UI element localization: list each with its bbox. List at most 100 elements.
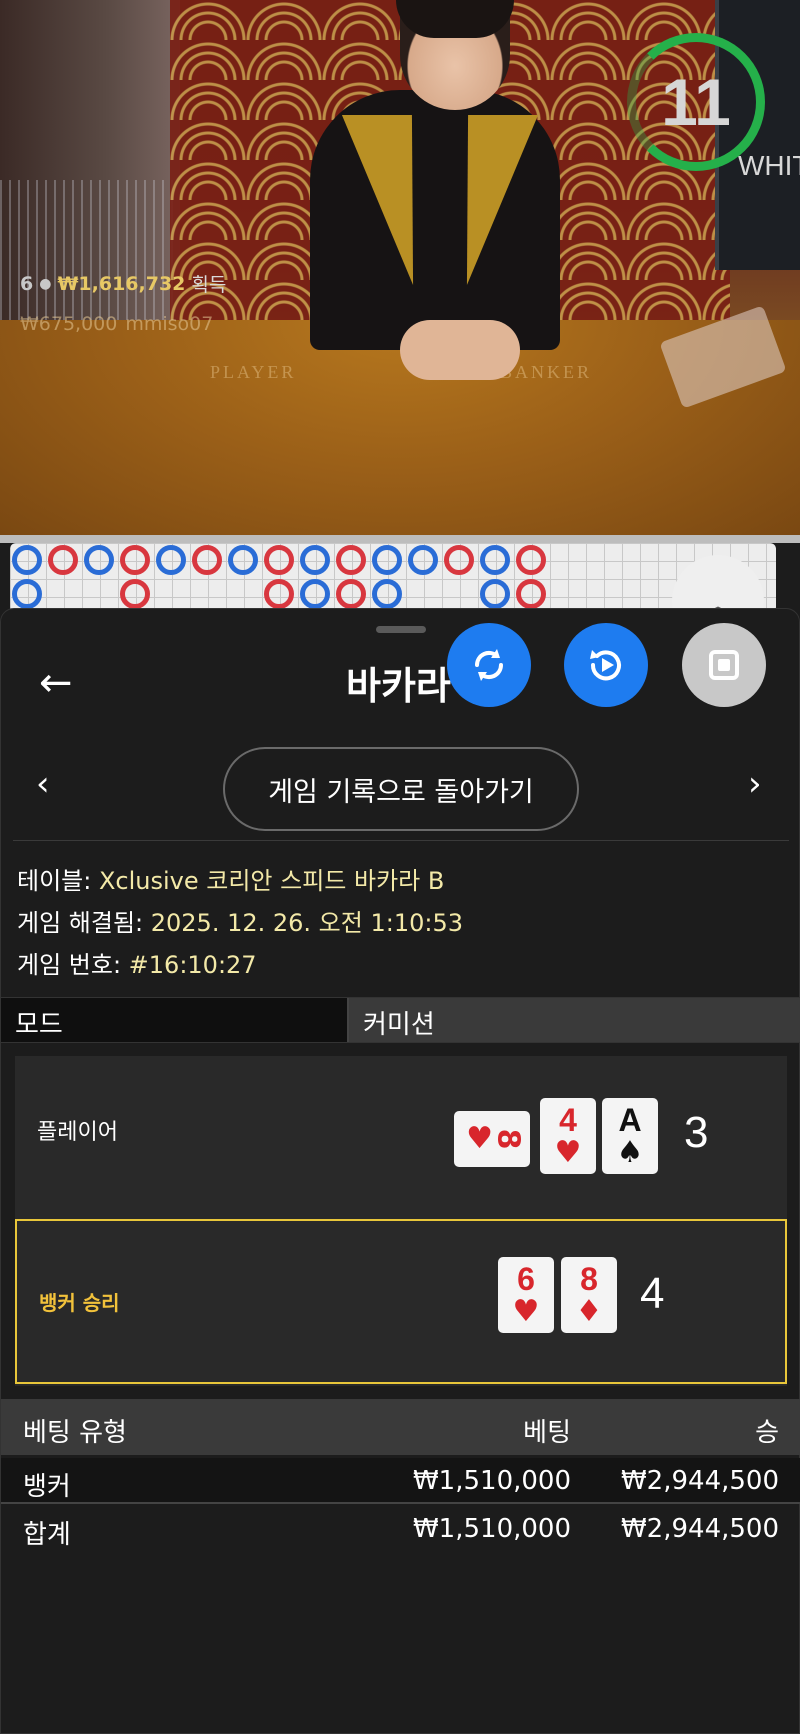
commission-label: 커미션: [349, 998, 800, 1042]
winner-count: 6: [20, 272, 34, 295]
next-game-button[interactable]: ›: [748, 764, 762, 804]
header-bet-type: 베팅 유형: [23, 1418, 127, 1448]
game-history-sheet: ← 바카라 ‹ 게임 기록으로 돌아가기 › 테이블: Xclusive 코리안…: [0, 608, 800, 1734]
card-suit: ♠: [616, 1135, 644, 1170]
page-title: 바카라: [346, 664, 451, 708]
banker-hand: 뱅커 승리 6 ♥ 8 ♦ 4: [15, 1219, 787, 1384]
banker-bead: [120, 579, 150, 609]
resolved-key: 게임 해결됨:: [17, 909, 151, 937]
game-number-info: 게임 번호: #16:10:27: [17, 945, 257, 980]
bet-type: 뱅커: [23, 1472, 71, 1502]
back-button[interactable]: ←: [39, 661, 83, 705]
replay-icon: [590, 650, 621, 681]
bets-table-header: 베팅 유형 베팅 승: [1, 1399, 800, 1455]
player-bead: [408, 545, 438, 575]
banker-bead: [516, 579, 546, 609]
table-value: Xclusive 코리안 스피드 바카라 B: [98, 867, 445, 895]
player-bead: [12, 545, 42, 575]
banker-bead: [48, 545, 78, 575]
player-card-2: 4 ♥: [540, 1098, 596, 1174]
banker-bead: [516, 545, 546, 575]
banker-label: 뱅커 승리: [39, 1291, 120, 1315]
banker-bead: [336, 545, 366, 575]
mode-header: 모드 커미션: [1, 997, 800, 1043]
card-suit: ♥: [554, 1135, 582, 1170]
resolved-value: 2025. 12. 26. 오전 1:10:53: [150, 909, 463, 937]
rotate-sync-icon: [474, 649, 504, 681]
player-bead: [84, 545, 114, 575]
banker-bead: [264, 545, 294, 575]
banker-total: 4: [640, 1269, 665, 1318]
player-bead: [480, 545, 510, 575]
monitor-text: WHITE: [738, 150, 800, 181]
round-result: 플레이어 ♥ 8 4 ♥ A ♠ 3 뱅커 승리 6 ♥ 8 ♦ 4: [15, 1056, 787, 1386]
sheet-drag-handle[interactable]: [376, 626, 426, 633]
player-total: 3: [684, 1108, 709, 1157]
bet-type: 합계: [23, 1520, 71, 1550]
banker-bead: [264, 579, 294, 609]
winners-summary: 6 ● ₩1,616,732 획득: [20, 270, 226, 297]
player-bead: [480, 579, 510, 609]
player-bead: [372, 545, 402, 575]
player-hand: 플레이어 ♥ 8 4 ♥ A ♠ 3: [15, 1056, 787, 1216]
banker-bead: [120, 545, 150, 575]
divider: [13, 840, 789, 841]
banker-bead: [336, 579, 366, 609]
card-rank: 4: [559, 1102, 577, 1138]
stop-icon: [709, 650, 739, 680]
stop-button[interactable]: [682, 623, 766, 707]
bet-amount: ₩1,510,000: [412, 1514, 571, 1544]
banker-card-1: 6 ♥: [498, 1257, 554, 1333]
table-row-total: 합계 ₩1,510,000 ₩2,944,500: [1, 1506, 800, 1552]
card-suit: ♥: [466, 1121, 494, 1156]
bead-roadmap[interactable]: [10, 543, 776, 613]
player-card-3: A ♠: [602, 1098, 658, 1174]
table-info: 테이블: Xclusive 코리안 스피드 바카라 B: [17, 861, 444, 896]
dealer-hands: [400, 320, 520, 380]
roadmap-divider: [0, 535, 800, 543]
rotate-sync-button[interactable]: [447, 623, 531, 707]
recent-win: ₩675,000 mmiso07: [20, 313, 213, 335]
game-number-value: #16:10:27: [128, 951, 257, 979]
banker-card-2: 8 ♦: [561, 1257, 617, 1333]
bet-amount: ₩1,510,000: [412, 1466, 571, 1496]
card-rank: 6: [517, 1261, 535, 1297]
win-amount: ₩2,944,500: [620, 1514, 779, 1544]
return-to-history-button[interactable]: 게임 기록으로 돌아가기: [223, 747, 579, 831]
table-key: 테이블:: [17, 867, 99, 895]
winner-label: 획득: [191, 274, 227, 296]
card-rank: A: [618, 1102, 642, 1138]
card-rank: 8: [490, 1128, 526, 1150]
replay-button[interactable]: [564, 623, 648, 707]
header-win: 승: [755, 1418, 779, 1448]
header-bet: 베팅: [523, 1418, 571, 1448]
mode-label: 모드: [1, 998, 349, 1042]
card-rank: 8: [580, 1261, 598, 1297]
player-bead: [12, 579, 42, 609]
card-suit: ♦: [575, 1294, 603, 1329]
recent-win-user: mmiso07: [125, 313, 214, 335]
recent-win-amount: ₩675,000: [20, 313, 118, 335]
win-amount: ₩2,944,500: [620, 1466, 779, 1496]
countdown-timer: 11: [627, 33, 765, 171]
card-suit: ♥: [512, 1294, 540, 1329]
winner-amount: ₩1,616,732: [57, 272, 186, 295]
player-label: 플레이어: [37, 1120, 118, 1145]
table-label-player: PLAYER: [210, 362, 297, 382]
player-bead: [228, 545, 258, 575]
game-number-key: 게임 번호:: [17, 951, 129, 979]
arrow-left-icon: ←: [39, 660, 73, 706]
banker-bead: [444, 545, 474, 575]
banker-bead: [192, 545, 222, 575]
live-video-stream: WHITE PLAYER BANKER 6 ● ₩1,616,732 획득 ₩6…: [0, 0, 800, 535]
bead-curtain: [0, 180, 180, 320]
table-row: 뱅커 ₩1,510,000 ₩2,944,500: [1, 1458, 800, 1504]
player-bead: [156, 545, 186, 575]
resolved-info: 게임 해결됨: 2025. 12. 26. 오전 1:10:53: [17, 903, 463, 938]
player-card-1: ♥ 8: [454, 1111, 530, 1167]
person-icon: ●: [39, 275, 52, 292]
player-bead: [372, 579, 402, 609]
timer-value: 11: [661, 65, 731, 139]
previous-game-button[interactable]: ‹: [36, 764, 50, 804]
player-bead: [300, 545, 330, 575]
